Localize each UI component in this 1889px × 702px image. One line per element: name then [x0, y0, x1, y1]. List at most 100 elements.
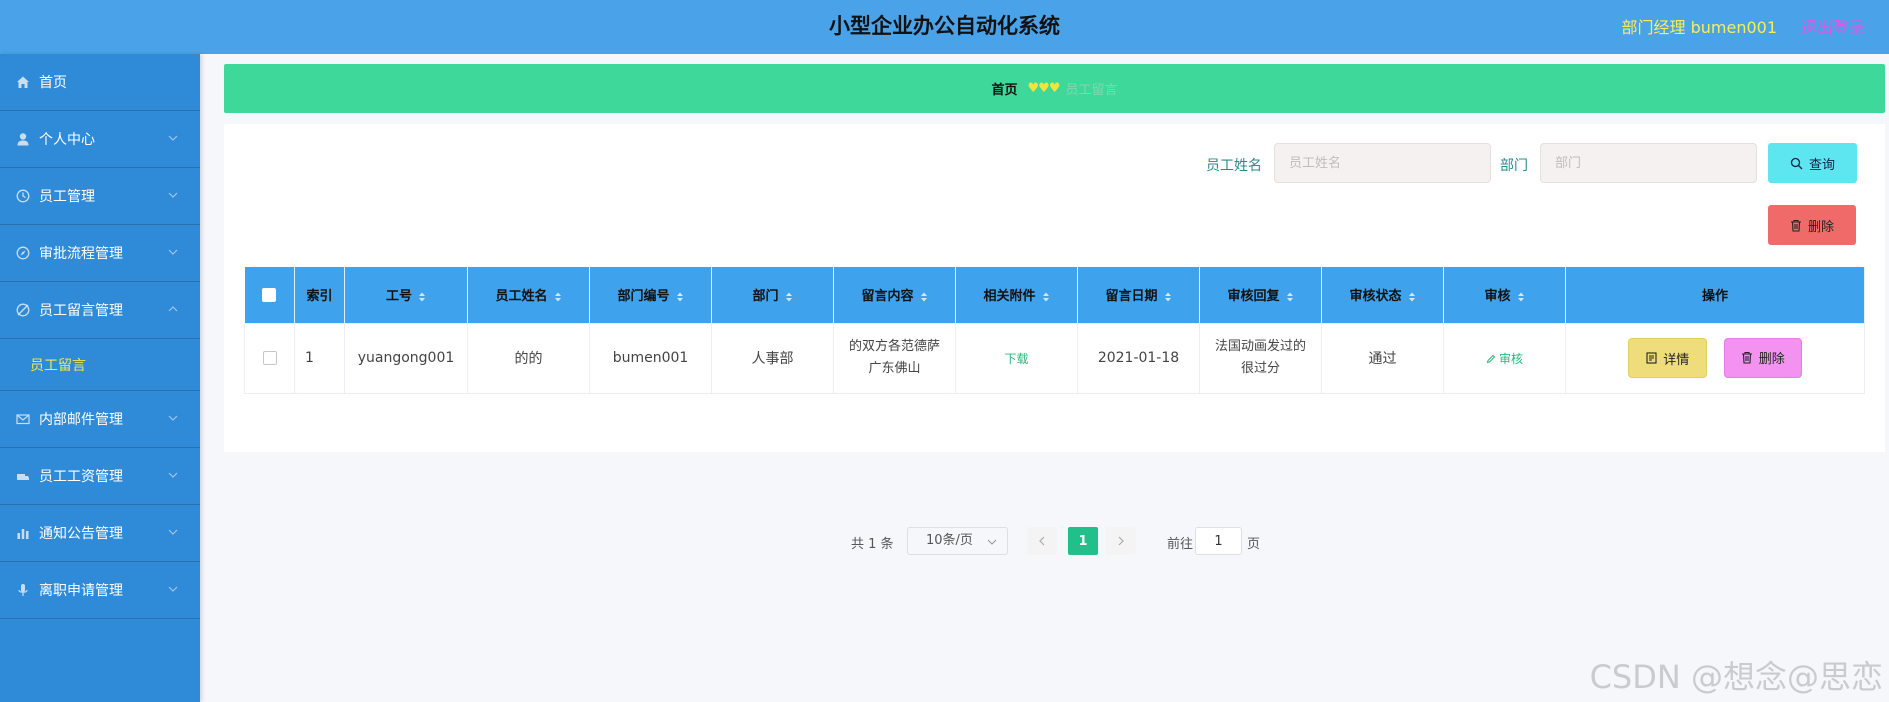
- chevron-down-icon: [168, 135, 178, 141]
- truck-icon: [15, 468, 31, 484]
- pagination-total: 共 1 条: [851, 537, 894, 552]
- sort-icon[interactable]: [1042, 291, 1050, 303]
- batch-delete-button[interactable]: 删除: [1768, 205, 1856, 245]
- mail-icon: [15, 411, 31, 427]
- current-user-label: 部门经理 bumen001: [1621, 18, 1778, 37]
- sidebar-item-employee[interactable]: 员工管理: [0, 168, 200, 225]
- cell-dept: 人事部: [711, 322, 834, 394]
- sidebar-item-label: 通知公告管理: [39, 526, 123, 542]
- cell-employee-name: 的的: [467, 322, 590, 394]
- page-size-select[interactable]: 10条/页: [907, 527, 1008, 555]
- col-header-label: 索引: [306, 289, 333, 305]
- user-icon: [15, 131, 31, 147]
- chevron-down-icon: [168, 192, 178, 198]
- cell-actions: 详情 删除: [1565, 322, 1865, 394]
- logout-link[interactable]: 退出登录: [1801, 14, 1865, 38]
- row-select-cell: [244, 322, 295, 394]
- row-delete-button[interactable]: 删除: [1723, 337, 1802, 378]
- sidebar-item-personal-center[interactable]: 个人中心: [0, 111, 200, 168]
- chevron-down-icon: [168, 472, 178, 478]
- sidebar-subitem-message[interactable]: 员工留言: [0, 339, 200, 391]
- cell-review: 审核: [1443, 322, 1566, 394]
- sidebar-item-message-management[interactable]: 员工留言管理: [0, 282, 200, 339]
- page-size-value: 10条/页: [926, 533, 973, 548]
- chevron-left-icon: [1039, 536, 1045, 546]
- page-number-current[interactable]: 1: [1068, 527, 1098, 555]
- col-header-actions: 操作: [1565, 267, 1865, 323]
- sidebar-item-label: 内部邮件管理: [39, 412, 123, 428]
- sort-icon[interactable]: [1164, 291, 1172, 303]
- sidebar-item-notice[interactable]: 通知公告管理: [0, 505, 200, 562]
- document-icon: [1646, 352, 1657, 364]
- detail-button-label: 详情: [1663, 352, 1690, 368]
- sort-icon[interactable]: [1408, 291, 1416, 303]
- sidebar-item-label: 首页: [39, 75, 67, 91]
- goto-page-input[interactable]: [1195, 527, 1242, 555]
- prev-page-button[interactable]: [1027, 527, 1057, 555]
- mic-icon: [15, 582, 31, 598]
- edit-icon: [1486, 354, 1496, 364]
- breadcrumb-home[interactable]: 首页: [992, 79, 1018, 98]
- sidebar-item-home[interactable]: 首页: [0, 54, 200, 111]
- sort-icon[interactable]: [1286, 291, 1294, 303]
- compass-off-icon: [15, 302, 31, 318]
- trash-icon: [1741, 352, 1752, 364]
- sidebar: 首页 个人中心 员工管理 审批流程管理 员工留言管理 员工留言 内部邮件管理 员…: [0, 54, 200, 702]
- col-header-attachment[interactable]: 相关附件: [955, 267, 1078, 323]
- col-header-dept[interactable]: 部门: [711, 267, 834, 323]
- chevron-down-icon: [168, 415, 178, 421]
- col-header-label: 留言日期: [1105, 289, 1158, 305]
- col-header-label: 工号: [385, 289, 412, 305]
- col-header-dept-no[interactable]: 部门编号: [589, 267, 712, 323]
- sidebar-item-label: 员工工资管理: [39, 469, 123, 485]
- col-header-label: 员工姓名: [495, 289, 548, 305]
- col-header-label: 留言内容: [861, 289, 914, 305]
- sidebar-item-resignation[interactable]: 离职申请管理: [0, 562, 200, 619]
- col-header-date[interactable]: 留言日期: [1077, 267, 1200, 323]
- employee-name-label: 员工姓名: [1206, 158, 1262, 174]
- review-link[interactable]: 审核: [1486, 352, 1523, 366]
- sort-icon[interactable]: [418, 291, 426, 303]
- sidebar-item-approval[interactable]: 审批流程管理: [0, 225, 200, 282]
- select-all-checkbox[interactable]: [262, 287, 277, 302]
- sort-icon[interactable]: [676, 291, 684, 303]
- col-header-content[interactable]: 留言内容: [833, 267, 956, 323]
- sort-icon[interactable]: [554, 291, 562, 303]
- col-header-review[interactable]: 审核: [1443, 267, 1566, 323]
- col-header-employee-name[interactable]: 员工姓名: [467, 267, 590, 323]
- employee-name-input[interactable]: [1274, 143, 1491, 183]
- clock-icon: [15, 188, 31, 204]
- col-header-employee-no[interactable]: 工号: [344, 267, 468, 323]
- sidebar-item-label: 审批流程管理: [39, 246, 123, 262]
- breadcrumb-separator: ♥♥♥: [1027, 81, 1061, 96]
- pagination: 共 1 条 10条/页 1 前往 页: [224, 527, 1885, 557]
- sidebar-item-label: 个人中心: [39, 132, 95, 148]
- next-page-button[interactable]: [1106, 527, 1136, 555]
- home-icon: [15, 74, 31, 90]
- sidebar-item-label: 离职申请管理: [39, 583, 123, 599]
- sidebar-item-internal-mail[interactable]: 内部邮件管理: [0, 391, 200, 448]
- sort-icon[interactable]: [785, 291, 793, 303]
- col-header-reply[interactable]: 审核回复: [1199, 267, 1322, 323]
- query-button[interactable]: 查询: [1768, 143, 1857, 183]
- sidebar-item-label: 员工留言管理: [39, 303, 123, 319]
- sort-icon[interactable]: [1517, 291, 1525, 303]
- app-title: 小型企业办公自动化系统: [829, 14, 1060, 38]
- sidebar-item-salary[interactable]: 员工工资管理: [0, 448, 200, 505]
- detail-button[interactable]: 详情: [1628, 338, 1708, 379]
- data-table: 索引 工号 员工姓名 部门编号 部门 留言内容 相关附件 留言日期 审核回复 审…: [244, 267, 1865, 394]
- top-header: 小型企业办公自动化系统 部门经理 bumen001 退出登录: [0, 0, 1889, 54]
- row-checkbox[interactable]: [262, 351, 277, 365]
- col-header-label: 部门: [752, 289, 779, 305]
- sort-icon[interactable]: [920, 291, 928, 303]
- col-header-label: 相关附件: [983, 289, 1036, 305]
- col-header-status[interactable]: 审核状态: [1321, 267, 1444, 323]
- department-input[interactable]: [1540, 143, 1757, 183]
- col-header-label: 部门编号: [617, 289, 670, 305]
- department-label: 部门: [1500, 158, 1528, 174]
- chevron-down-icon: [168, 249, 178, 255]
- page-suffix-label: 页: [1247, 537, 1261, 552]
- download-link[interactable]: 下载: [1004, 352, 1028, 366]
- bar-chart-icon: [15, 525, 31, 541]
- col-header-label: 审核回复: [1227, 289, 1280, 305]
